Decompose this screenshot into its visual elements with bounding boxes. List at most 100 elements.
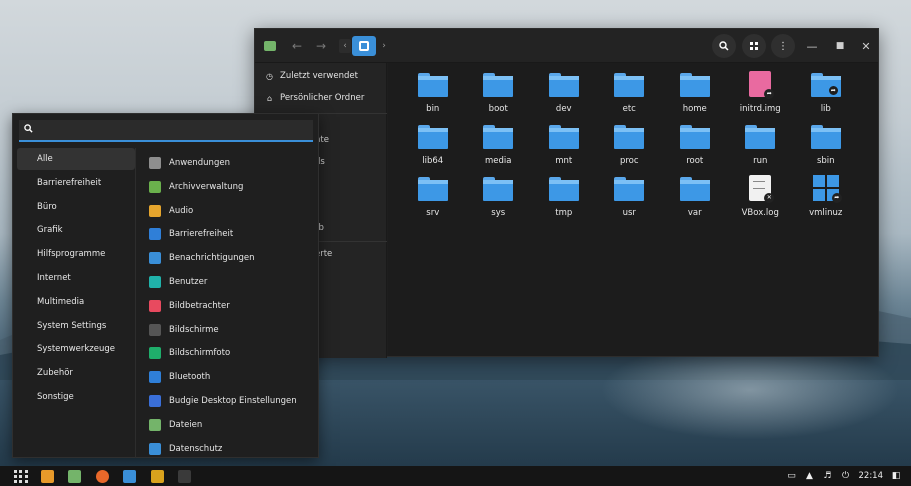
file-item-label: mnt	[555, 156, 573, 166]
file-item[interactable]: usr	[597, 175, 663, 227]
app-item[interactable]: Bluetooth	[149, 367, 210, 387]
sidebar-item-home[interactable]: ⌂ Persönlicher Ordner	[265, 91, 364, 105]
category-other[interactable]: Sonstige	[17, 386, 135, 408]
software-center-icon[interactable]	[123, 470, 136, 483]
folder-icon	[614, 73, 645, 97]
file-item[interactable]: ➦ initrd.img	[728, 71, 794, 123]
file-item[interactable]: srv	[400, 175, 466, 227]
back-button[interactable]: ←	[289, 38, 305, 54]
close-button[interactable]: ✕	[857, 37, 875, 55]
file-item-label: dev	[555, 104, 572, 114]
terminal-icon[interactable]	[178, 470, 191, 483]
file-item-label: lib	[820, 104, 831, 114]
home-icon: ⌂	[266, 93, 273, 103]
bluetooth-icon	[149, 371, 161, 384]
app-item[interactable]: Barrierefreiheit	[149, 224, 233, 244]
power-icon[interactable]: ⏻	[841, 471, 851, 481]
category-office[interactable]: Büro	[17, 196, 135, 218]
file-item[interactable]: boot	[466, 71, 532, 123]
file-item-label: VBox.log	[741, 208, 779, 218]
settings-icon[interactable]	[151, 470, 164, 483]
file-item[interactable]: lib64	[400, 123, 466, 175]
folder-icon	[548, 73, 579, 97]
file-item[interactable]: ✕ VBox.log	[728, 175, 794, 227]
folder-icon	[483, 177, 514, 201]
app-item[interactable]: Bildschirme	[149, 320, 219, 340]
file-item[interactable]: mnt	[531, 123, 597, 175]
app-item-label: Archivverwaltung	[169, 181, 244, 192]
file-item[interactable]: proc	[597, 123, 663, 175]
firefox-icon[interactable]	[96, 470, 109, 483]
sidebar-item-label: Persönlicher Ordner	[280, 93, 365, 103]
app-item[interactable]: Benachrichtigungen	[149, 248, 255, 268]
file-item[interactable]: ➦ lib	[793, 71, 859, 123]
file-item-label: lib64	[422, 156, 444, 166]
file-manager-headerbar: ← → ‹ › ⋮ — ■ ✕	[255, 29, 878, 63]
minimize-button[interactable]: —	[803, 37, 821, 55]
forward-button[interactable]: →	[313, 38, 329, 54]
file-item[interactable]: ➦ vmlinuz	[793, 175, 859, 227]
category-system-settings[interactable]: System Settings	[17, 315, 135, 337]
file-item[interactable]: media	[466, 123, 532, 175]
file-item[interactable]: dev	[531, 71, 597, 123]
search-button[interactable]	[712, 34, 736, 58]
category-system-tools[interactable]: Systemwerkzeuge	[17, 338, 135, 360]
category-accessibility[interactable]: Barrierefreiheit	[17, 172, 135, 194]
files-icon[interactable]	[68, 470, 81, 483]
category-all[interactable]: Alle	[17, 148, 135, 170]
notification-bell-icon[interactable]: ▲	[805, 471, 815, 481]
category-internet[interactable]: Internet	[17, 267, 135, 289]
file-item[interactable]: run	[728, 123, 794, 175]
app-item[interactable]: Bildschirmfoto	[149, 343, 230, 363]
file-item[interactable]: sbin	[793, 123, 859, 175]
file-item[interactable]: etc	[597, 71, 663, 123]
app-item[interactable]: Anwendungen	[149, 153, 230, 173]
sidebar-toggle-icon[interactable]: ◧	[891, 471, 901, 481]
path-scroll-left-button[interactable]: ‹	[339, 39, 351, 53]
file-item[interactable]: sys	[466, 175, 532, 227]
app-item[interactable]: Dateien	[149, 415, 202, 435]
app-item[interactable]: Archivverwaltung	[149, 177, 243, 197]
menu-divider	[135, 148, 136, 458]
audio-icon	[149, 204, 161, 217]
file-item[interactable]: bin	[400, 71, 466, 123]
clock[interactable]: 22:14	[859, 471, 884, 481]
window-list-icon[interactable]: ▭	[787, 471, 797, 481]
main-menu-button[interactable]: ⋮	[771, 34, 795, 58]
app-item-label: Bildbetrachter	[169, 300, 230, 311]
path-root-button[interactable]	[352, 36, 376, 56]
file-item-label: run	[753, 156, 768, 166]
screenshot-icon	[149, 347, 161, 360]
sidebar-item-recent[interactable]: ◷ Zuletzt verwendet	[265, 69, 358, 83]
system-tray: ▭ ▲ ♬ ⏻ 22:14 ◧	[787, 469, 902, 483]
clock-icon: ◷	[266, 71, 273, 81]
folder-icon	[614, 177, 645, 201]
maximize-button[interactable]: ■	[831, 37, 849, 55]
view-options-button[interactable]	[742, 34, 766, 58]
category-multimedia[interactable]: Multimedia	[17, 291, 135, 313]
software-installer-icon[interactable]	[41, 470, 54, 483]
app-item[interactable]: Audio	[149, 201, 193, 221]
category-accessories[interactable]: Zubehör	[17, 362, 135, 384]
search-icon	[24, 124, 36, 136]
display-icon	[149, 323, 161, 336]
budgie-settings-icon	[149, 395, 161, 407]
menu-search-input[interactable]	[36, 121, 313, 139]
users-icon	[149, 276, 161, 288]
app-item[interactable]: Benutzer	[149, 272, 207, 292]
file-item[interactable]: home	[662, 71, 728, 123]
path-scroll-right-button[interactable]: ›	[378, 39, 390, 53]
volume-icon[interactable]: ♬	[823, 471, 833, 481]
app-item[interactable]: Bildbetrachter	[149, 296, 230, 316]
notifications-icon	[149, 252, 161, 265]
file-item[interactable]: root	[662, 123, 728, 175]
file-item[interactable]: tmp	[531, 175, 597, 227]
app-item[interactable]: Datenschutz	[149, 439, 222, 459]
file-item[interactable]: var	[662, 175, 728, 227]
category-graphics[interactable]: Grafik	[17, 219, 135, 241]
executable-icon: ➦	[812, 175, 842, 203]
app-menu-grid-icon[interactable]	[14, 470, 28, 483]
category-utilities[interactable]: Hilfsprogramme	[17, 243, 135, 265]
app-item[interactable]: Budgie Desktop Einstellungen	[149, 391, 297, 411]
file-item-label: root	[686, 156, 704, 166]
